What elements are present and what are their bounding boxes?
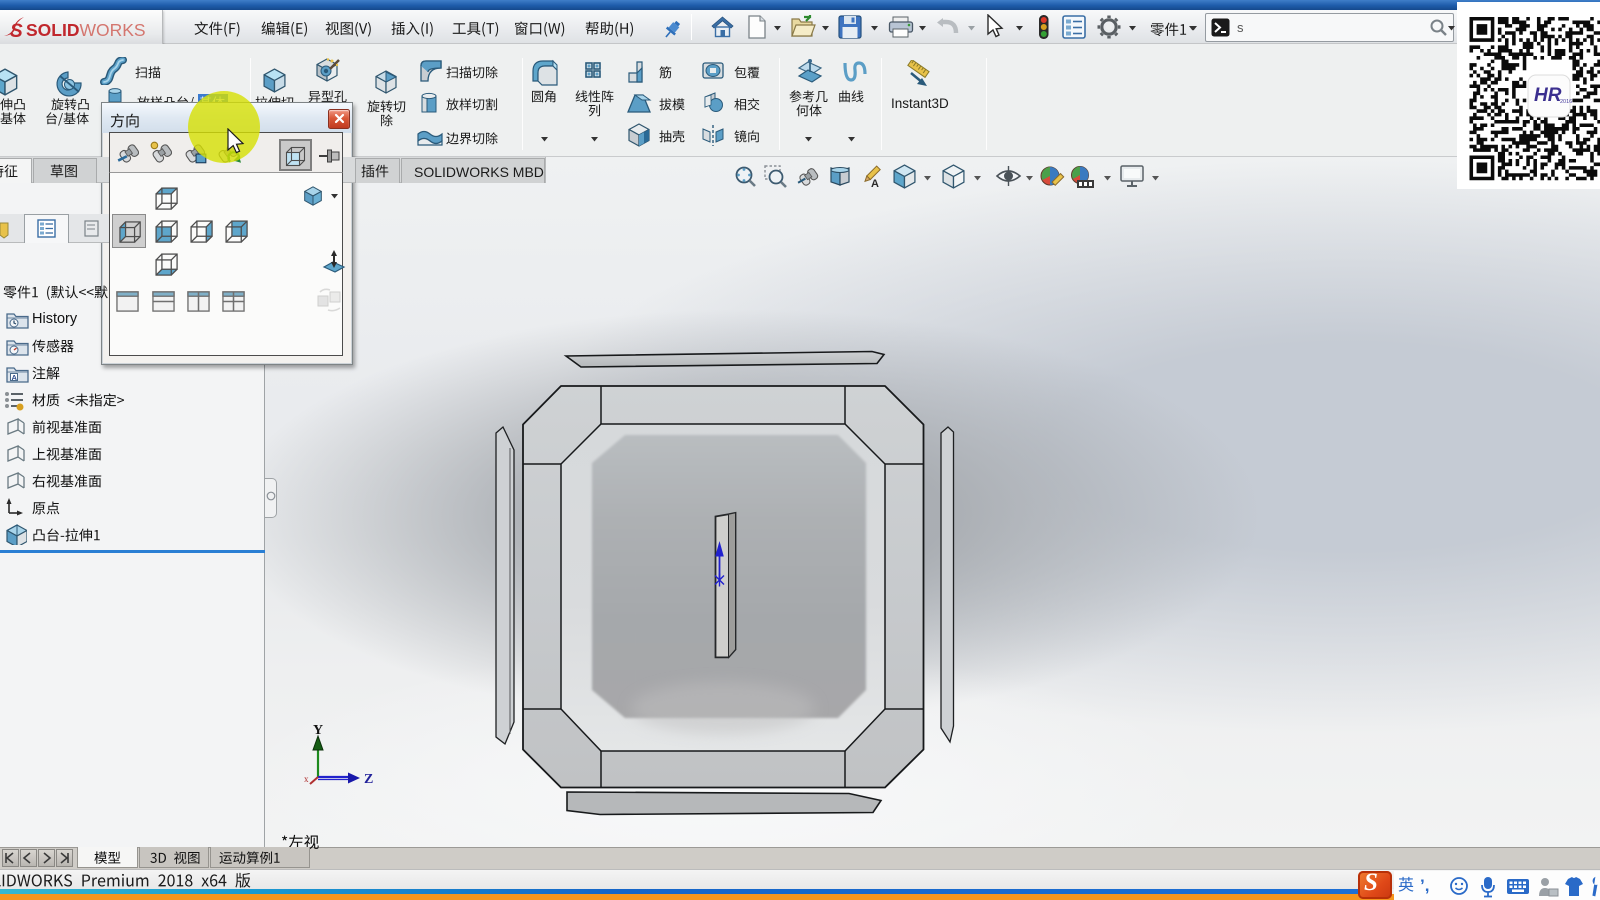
svg-text:x: x: [304, 774, 309, 784]
svg-text:2016: 2016: [1560, 99, 1572, 105]
svg-text:HR: HR: [1534, 85, 1562, 106]
svg-text:A: A: [12, 373, 18, 382]
svg-text:Z: Z: [364, 772, 373, 787]
svg-text:A: A: [871, 178, 879, 189]
svg-text:’,: ’,: [1420, 876, 1429, 895]
svg-text:S: S: [10, 21, 23, 42]
svg-text:SOLIDWORKS: SOLIDWORKS: [26, 20, 146, 40]
